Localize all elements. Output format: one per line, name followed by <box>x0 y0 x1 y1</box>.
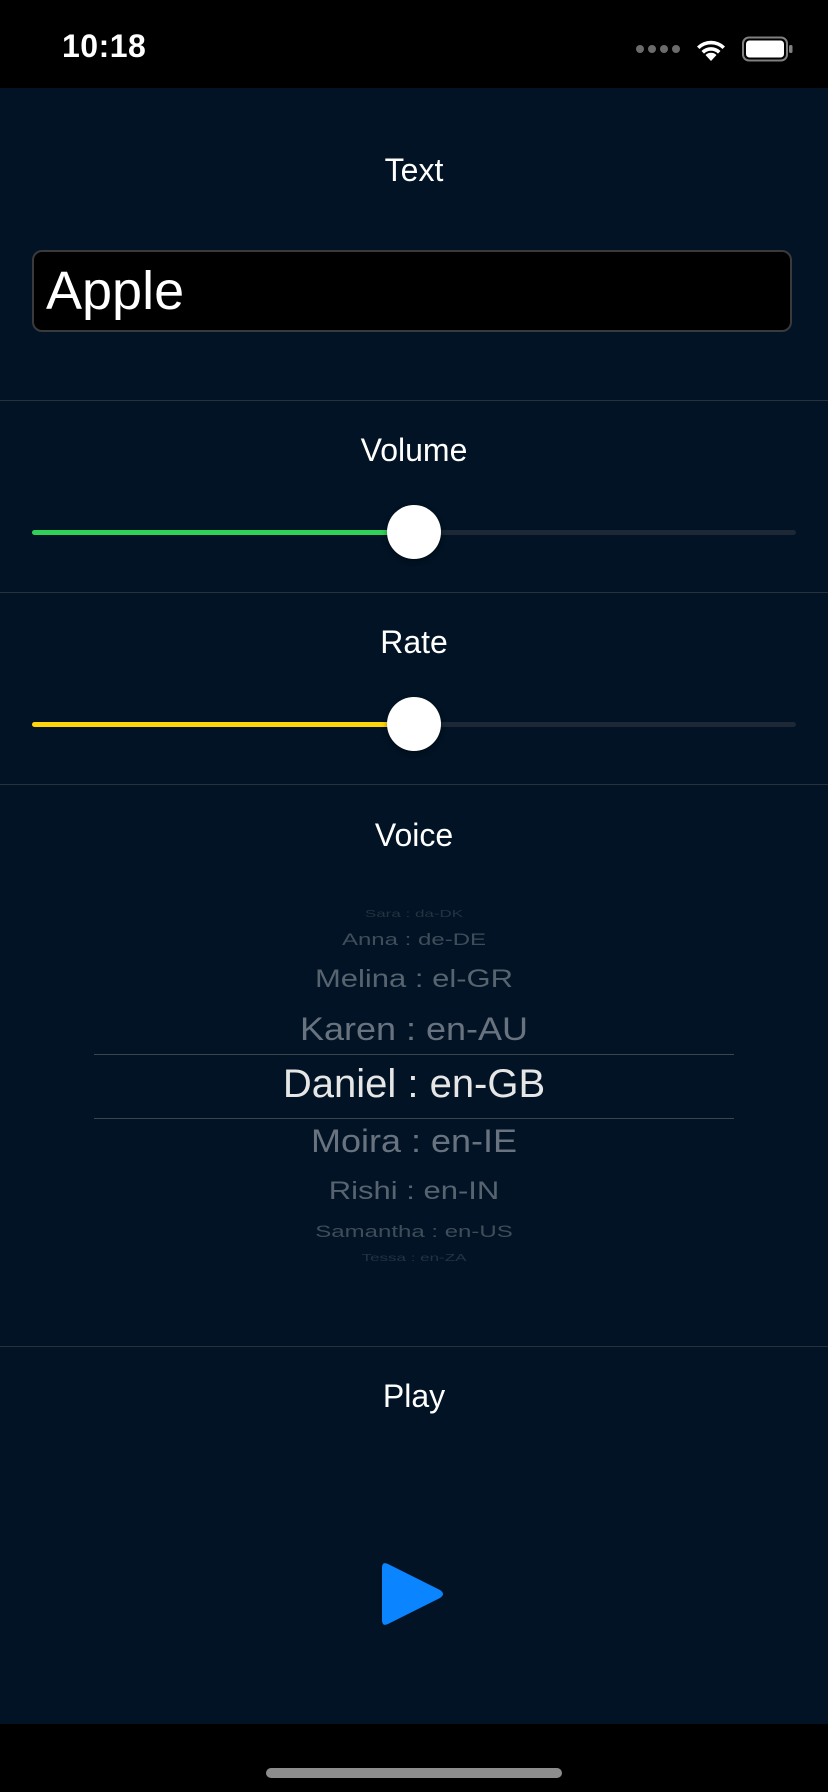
status-icons <box>636 34 794 64</box>
play-button[interactable] <box>380 1558 446 1630</box>
voice-picker[interactable]: Sara : da-DK Anna : de-DE Melina : el-GR… <box>94 908 734 1360</box>
picker-item[interactable]: Melina : el-GR <box>94 965 734 994</box>
status-time: 10:18 <box>62 28 147 64</box>
picker-item[interactable]: Sara : da-DK <box>94 908 734 920</box>
signal-dots-icon <box>636 45 680 53</box>
picker-item[interactable]: Karen : en-AU <box>94 1010 734 1048</box>
status-bar: 10:18 <box>0 0 828 88</box>
divider <box>0 400 828 401</box>
picker-selection-bottom-line <box>94 1118 734 1119</box>
text-input[interactable] <box>32 250 792 332</box>
picker-item[interactable]: Anna : de-DE <box>94 930 734 950</box>
main-content: Text Volume Rate Voice Sara : da-DK Anna… <box>0 88 828 1724</box>
volume-slider-thumb[interactable] <box>387 505 441 559</box>
battery-icon <box>742 36 793 62</box>
play-section-title: Play <box>382 1378 446 1414</box>
text-section-title: Text <box>384 152 444 188</box>
voice-section-title: Voice <box>374 817 454 853</box>
picker-item[interactable]: Rishi : en-IN <box>94 1177 734 1206</box>
wifi-icon <box>697 40 725 61</box>
picker-selection-top-line <box>94 1054 734 1055</box>
divider <box>0 1346 828 1347</box>
divider <box>0 592 828 593</box>
volume-slider-fill <box>32 530 414 535</box>
play-icon <box>382 1563 443 1625</box>
picker-item[interactable]: Samantha : en-US <box>94 1222 734 1242</box>
rate-section-title: Rate <box>380 624 448 660</box>
volume-slider[interactable] <box>32 502 796 562</box>
home-area <box>0 1724 828 1792</box>
rate-slider-thumb[interactable] <box>387 697 441 751</box>
picker-item[interactable]: Moira : en-IE <box>94 1122 734 1160</box>
picker-item-selected[interactable]: Daniel : en-GB <box>94 1062 734 1107</box>
home-indicator[interactable] <box>266 1768 562 1778</box>
rate-slider-fill <box>32 722 414 727</box>
volume-section-title: Volume <box>360 432 468 468</box>
divider <box>0 784 828 785</box>
picker-item[interactable]: Tessa : en-ZA <box>94 1252 734 1264</box>
rate-slider[interactable] <box>32 694 796 754</box>
